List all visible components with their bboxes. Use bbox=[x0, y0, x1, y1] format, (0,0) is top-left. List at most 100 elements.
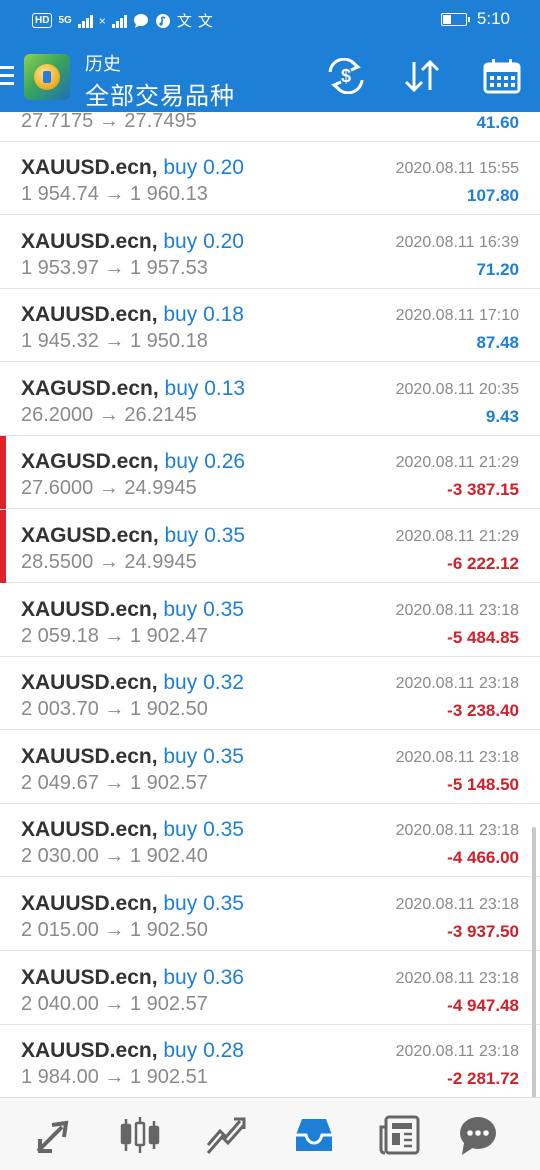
trade-symbol: XAGUSD.ecn, buy 0.13 bbox=[21, 377, 245, 401]
trade-row[interactable]: XAGUSD.ecn, buy 0.35 28.5500 → 24.9945 202… bbox=[0, 510, 540, 583]
trade-direction: buy 0.35 bbox=[163, 892, 244, 915]
trade-profit: -3 937.50 bbox=[447, 922, 519, 941]
trade-row[interactable]: XAUUSD.ecn, buy 0.36 2 040.00 → 1 902.57 2… bbox=[0, 951, 540, 1025]
trade-direction: buy 0.20 bbox=[163, 229, 244, 253]
trade-profit: 71.20 bbox=[476, 259, 519, 279]
trade-direction: buy 0.26 bbox=[164, 450, 246, 474]
trade-prices: 27.6000 → 24.9945 bbox=[21, 477, 197, 500]
trade-row[interactable]: XAUUSD.ecn, buy 0.18 1 945.32 → 1 950.18 2… bbox=[0, 289, 540, 363]
app-header: 历史 全部交易品种 $ bbox=[0, 40, 540, 112]
trade-datetime: 2020.08.11 20:35 bbox=[395, 380, 519, 398]
trade-row[interactable]: XAUUSD.ecn, buy 0.35 2 030.00 → 1 902.40 2… bbox=[0, 804, 540, 878]
trade-profit: 41.60 bbox=[476, 113, 519, 132]
trade-symbol: XAUUSD.ecn, buy 0.35 bbox=[21, 745, 244, 769]
trade-profit: 9.43 bbox=[485, 406, 519, 426]
trade-prices: 26.2000 → 26.2145 bbox=[21, 403, 197, 426]
menu-icon[interactable] bbox=[0, 66, 14, 86]
trade-direction: buy 0.18 bbox=[163, 303, 244, 327]
header-title[interactable]: 全部交易品种 bbox=[85, 76, 235, 111]
calendar-icon[interactable] bbox=[482, 58, 522, 94]
app-logo bbox=[24, 54, 70, 100]
trade-history-list[interactable]: 27.7175 → 27.7495 41.60 XAUUSD.ecn, buy … bbox=[0, 112, 540, 1097]
trade-prices: 28.5500 → 24.9945 bbox=[21, 551, 197, 573]
trade-datetime: 2020.08.11 23:18 bbox=[395, 675, 519, 693]
signal-5g-icon: 5G bbox=[58, 15, 72, 26]
trade-direction: buy 0.36 bbox=[163, 965, 244, 989]
trade-profit: 107.80 bbox=[467, 186, 519, 205]
trade-row[interactable]: XAUUSD.ecn, buy 0.20 1 954.74 → 1 960.13 2… bbox=[0, 142, 540, 215]
trade-prices: 2 040.00 → 1 902.57 bbox=[21, 992, 208, 1015]
scrollbar[interactable] bbox=[532, 827, 536, 1097]
trade-symbol-text: XAGUSD.ecn, bbox=[21, 376, 159, 400]
trade-datetime: 2020.08.11 21:29 bbox=[395, 454, 519, 472]
trade-symbol: XAUUSD.ecn, buy 0.28 bbox=[21, 1039, 244, 1063]
trade-datetime: 2020.08.11 21:29 bbox=[395, 528, 519, 545]
bottom-nav bbox=[0, 1097, 540, 1170]
trade-symbol-text: XAUUSD.ecn, bbox=[21, 965, 158, 989]
trade-prices: 1 953.97 → 1 957.53 bbox=[21, 256, 208, 279]
trade-symbol: XAUUSD.ecn, buy 0.18 bbox=[21, 303, 244, 327]
status-right: 5:10 bbox=[440, 9, 510, 29]
trade-datetime: 2020.08.11 23:18 bbox=[395, 896, 519, 913]
header-subtitle: 历史 bbox=[85, 54, 121, 74]
trade-prices: 2 049.67 → 1 902.57 bbox=[21, 771, 208, 794]
trade-row[interactable]: XAUUSD.ecn, buy 0.35 2 059.18 → 1 902.47 2… bbox=[0, 583, 540, 657]
signal-icon-2 bbox=[111, 14, 127, 28]
trade-symbol-text: XAUUSD.ecn, bbox=[21, 1039, 158, 1063]
trade-symbol-text: XAUUSD.ecn, bbox=[21, 303, 158, 327]
trade-symbol-text: XAUUSD.ecn, bbox=[21, 597, 158, 621]
news-icon[interactable] bbox=[378, 1113, 422, 1157]
trade-prices: 2 015.00 → 1 902.50 bbox=[21, 919, 208, 941]
message-icon bbox=[133, 13, 148, 28]
hd-icon: HD bbox=[32, 13, 53, 28]
history-icon[interactable] bbox=[292, 1113, 336, 1157]
trade-icon[interactable] bbox=[204, 1113, 248, 1157]
trade-direction: buy 0.32 bbox=[163, 671, 244, 695]
trade-profit: -3 238.40 bbox=[447, 701, 519, 721]
chart-icon[interactable] bbox=[118, 1113, 162, 1157]
trade-prices: 1 954.74 → 1 960.13 bbox=[21, 183, 208, 205]
trade-symbol-text: XAUUSD.ecn, bbox=[21, 229, 158, 253]
trade-direction: buy 0.35 bbox=[164, 524, 246, 547]
trade-direction: buy 0.35 bbox=[163, 818, 244, 842]
trade-symbol-text: XAUUSD.ecn, bbox=[21, 744, 158, 768]
trade-datetime: 2020.08.11 23:18 bbox=[395, 822, 519, 840]
trade-symbol: XAUUSD.ecn, buy 0.35 bbox=[21, 892, 244, 916]
trade-symbol: XAUUSD.ecn, buy 0.36 bbox=[21, 966, 244, 990]
trade-row[interactable]: XAUUSD.ecn, buy 0.28 1 984.00 → 1 902.51 2… bbox=[0, 1025, 540, 1097]
trade-row[interactable]: XAGUSD.ecn, buy 0.26 27.6000 → 24.9945 202… bbox=[0, 436, 540, 510]
clock: 5:10 bbox=[476, 9, 510, 28]
trade-symbol: XAUUSD.ecn, buy 0.35 bbox=[21, 818, 244, 842]
trade-profit: -4 466.00 bbox=[447, 848, 519, 868]
sort-icon[interactable] bbox=[402, 58, 442, 94]
trade-datetime: 2020.08.11 23:18 bbox=[395, 601, 519, 619]
sim-off-icon: × bbox=[98, 13, 106, 28]
chat-icon[interactable] bbox=[456, 1113, 500, 1157]
trade-row[interactable]: XAUUSD.ecn, buy 0.32 2 003.70 → 1 902.50 2… bbox=[0, 657, 540, 731]
trade-prices: 2 003.70 → 1 902.50 bbox=[21, 698, 208, 721]
trade-row[interactable]: XAUUSD.ecn, buy 0.35 2 015.00 → 1 902.50 2… bbox=[0, 878, 540, 951]
music-icon bbox=[155, 13, 170, 28]
trade-symbol: XAUUSD.ecn, buy 0.20 bbox=[21, 156, 244, 180]
trade-direction: buy 0.35 bbox=[163, 597, 244, 621]
trade-row[interactable]: XAGUSD.ecn, buy 0.13 26.2000 → 26.2145 202… bbox=[0, 362, 540, 436]
trade-datetime: 2020.08.11 23:18 bbox=[395, 1043, 519, 1061]
trade-profit: -4 947.48 bbox=[447, 995, 519, 1015]
trade-direction: buy 0.28 bbox=[163, 1039, 244, 1063]
quotes-icon[interactable] bbox=[32, 1113, 76, 1157]
status-icons: HD 5G × 文 文 bbox=[32, 10, 213, 31]
trade-row-partial[interactable]: 27.7175 → 27.7495 41.60 bbox=[0, 112, 540, 142]
trade-symbol: XAUUSD.ecn, buy 0.20 bbox=[21, 230, 244, 254]
trade-datetime: 2020.08.11 16:39 bbox=[395, 233, 519, 251]
signal-icon bbox=[77, 14, 93, 28]
trade-profit: -2 281.72 bbox=[447, 1069, 519, 1089]
trade-row[interactable]: XAUUSD.ecn, buy 0.20 1 953.97 → 1 957.53 2… bbox=[0, 215, 540, 289]
trade-symbol-text: XAUUSD.ecn, bbox=[21, 156, 158, 179]
trade-symbol-text: XAUUSD.ecn, bbox=[21, 671, 158, 695]
trade-symbol: XAUUSD.ecn, buy 0.35 bbox=[21, 598, 244, 622]
trade-row[interactable]: XAUUSD.ecn, buy 0.35 2 049.67 → 1 902.57 2… bbox=[0, 730, 540, 804]
trade-symbol: XAGUSD.ecn, buy 0.26 bbox=[21, 450, 245, 474]
exchange-currency-icon[interactable]: $ bbox=[326, 58, 366, 94]
trade-prices: 2 030.00 → 1 902.40 bbox=[21, 845, 208, 868]
trade-datetime: 2020.08.11 15:55 bbox=[395, 160, 519, 177]
